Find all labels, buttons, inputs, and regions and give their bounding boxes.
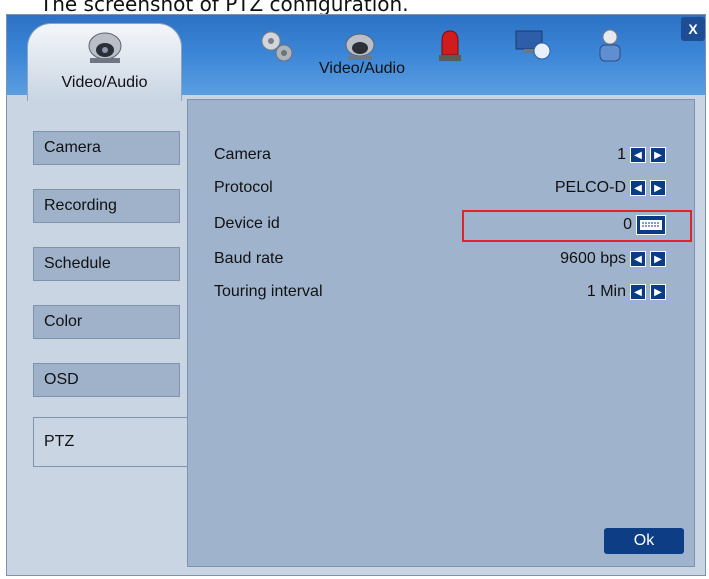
sidebar-item-label: Color <box>44 313 83 330</box>
arrow-left-icon[interactable]: ◀ <box>630 147 646 163</box>
close-icon: X <box>688 21 698 37</box>
setting-value: 1 ◀ ▶ <box>617 146 666 164</box>
tab-label: Video/Audio <box>61 74 148 91</box>
arrow-left-icon[interactable]: ◀ <box>630 251 646 267</box>
alarm-icon[interactable] <box>430 25 470 65</box>
sidebar-item-label: Recording <box>44 197 117 214</box>
setting-row-touring-interval: Touring interval 1 Min ◀ ▶ <box>214 283 694 305</box>
top-tab-bar: Video/Audio Video/Audio X <box>7 15 705 101</box>
sidebar-item-schedule[interactable]: Schedule <box>33 247 180 281</box>
sidebar-item-label: Camera <box>44 139 101 156</box>
setting-row-device-id: Device id 0 <box>214 215 694 237</box>
sidebar-item-recording[interactable]: Recording <box>33 189 180 223</box>
protocol-value: PELCO-D <box>554 179 626 196</box>
arrow-right-icon[interactable]: ▶ <box>650 147 666 163</box>
setting-value: 9600 bps ◀ ▶ <box>560 250 666 268</box>
keyboard-icon[interactable] <box>636 215 666 235</box>
gear-icon[interactable] <box>257 27 297 67</box>
ok-button[interactable]: Ok <box>604 528 684 554</box>
camera-icon <box>84 28 126 70</box>
touring-interval-value: 1 Min <box>586 283 626 300</box>
setting-label: Device id <box>214 215 280 232</box>
setting-label: Protocol <box>214 179 273 196</box>
sidebar-item-camera[interactable]: Camera <box>33 131 180 165</box>
sidebar-item-label: PTZ <box>44 433 75 450</box>
setting-value: PELCO-D ◀ ▶ <box>555 179 666 197</box>
close-button[interactable]: X <box>681 17 705 41</box>
sidebar-item-osd[interactable]: OSD <box>33 363 180 397</box>
setting-value: 1 Min ◀ ▶ <box>587 283 666 301</box>
setting-label: Touring interval <box>214 283 323 300</box>
arrow-right-icon[interactable]: ▶ <box>650 251 666 267</box>
setting-row-protocol: Protocol PELCO-D ◀ ▶ <box>214 179 694 201</box>
arrow-right-icon[interactable]: ▶ <box>650 180 666 196</box>
arrow-left-icon[interactable]: ◀ <box>630 180 646 196</box>
setting-value: 0 <box>623 215 666 235</box>
tab-video-audio-label: Video/Audio <box>319 60 405 77</box>
ptz-settings-panel: Camera 1 ◀ ▶ Protocol PELCO-D ◀ ▶ Device… <box>187 99 695 567</box>
sidebar-item-label: Schedule <box>44 255 111 272</box>
tab-video-audio-active[interactable]: Video/Audio <box>27 23 182 101</box>
device-id-value[interactable]: 0 <box>623 216 632 234</box>
camera-value: 1 <box>617 146 626 163</box>
user-icon[interactable] <box>590 25 630 65</box>
sidebar-item-color[interactable]: Color <box>33 305 180 339</box>
setting-row-baud-rate: Baud rate 9600 bps ◀ ▶ <box>214 250 694 272</box>
arrow-left-icon[interactable]: ◀ <box>630 284 646 300</box>
sidebar-item-ptz[interactable]: PTZ <box>33 417 193 467</box>
sidebar-item-label: OSD <box>44 371 79 388</box>
baud-rate-value: 9600 bps <box>560 250 626 267</box>
setting-row-camera: Camera 1 ◀ ▶ <box>214 146 694 168</box>
setting-label: Baud rate <box>214 250 284 267</box>
network-icon[interactable] <box>512 25 554 65</box>
setting-label: Camera <box>214 146 271 163</box>
arrow-right-icon[interactable]: ▶ <box>650 284 666 300</box>
settings-window: Video/Audio Video/Audio X Camera Recordi… <box>6 14 706 576</box>
